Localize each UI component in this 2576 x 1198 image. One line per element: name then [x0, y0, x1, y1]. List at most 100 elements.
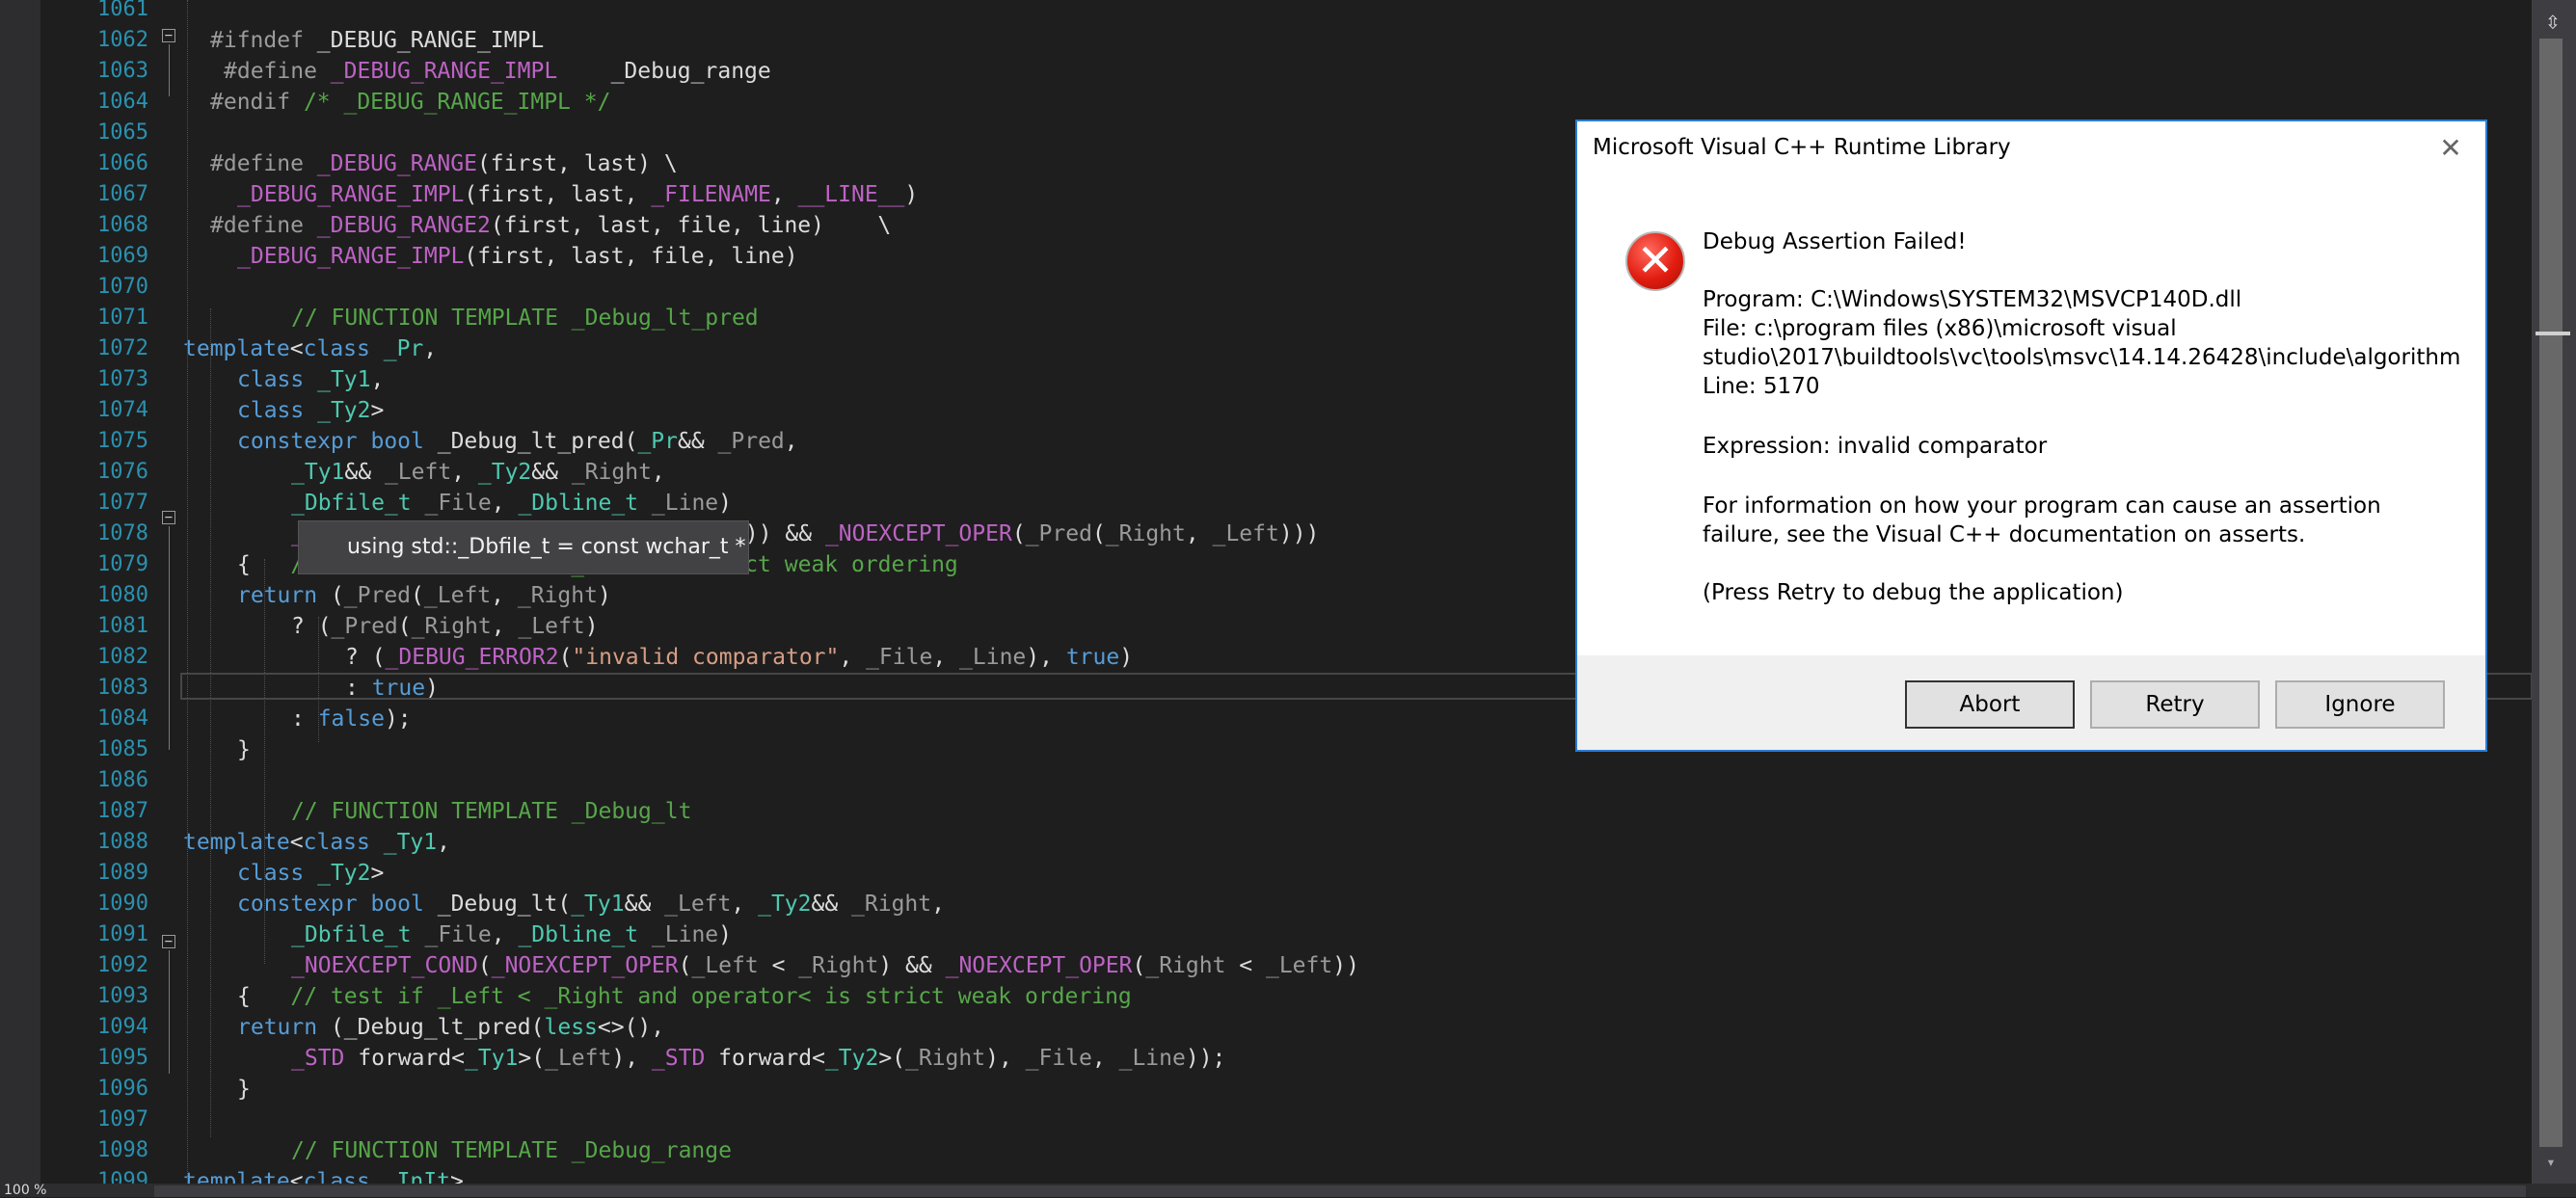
code-line[interactable]: _DEBUG_RANGE_IMPL(first, last, file, lin… — [237, 241, 798, 272]
code-token: __LINE__ — [797, 182, 905, 207]
code-line[interactable]: class _Ty2> — [237, 395, 384, 426]
code-token: , — [1185, 521, 1213, 546]
code-token: false — [317, 706, 385, 732]
split-window-icon[interactable]: ⇳ — [2537, 6, 2568, 37]
code-line[interactable]: : false); — [291, 704, 412, 734]
code-token: ), — [611, 1046, 652, 1071]
code-line[interactable]: _NOEXCEPT_COND(_NOEXCEPT_OPER(_Left < _R… — [291, 950, 1359, 981]
code-line[interactable]: } — [237, 1074, 251, 1105]
code-token: // test if _Left < _Right and operator< … — [290, 984, 1132, 1009]
code-line[interactable]: #define _DEBUG_RANGE(first, last) \ — [210, 148, 678, 179]
code-line[interactable]: _STD forward<_Ty1>(_Left), _STD forward<… — [291, 1043, 1225, 1074]
code-token: > — [370, 861, 385, 886]
code-line[interactable]: #define _DEBUG_RANGE2(first, last, file,… — [210, 210, 891, 241]
code-token: _Pred — [717, 429, 785, 454]
code-token: > — [370, 398, 385, 423]
line-number: 1089 — [97, 861, 148, 885]
code-token: >( — [878, 1046, 906, 1071]
line-number: 1094 — [97, 1015, 148, 1039]
code-token: _Dbline_t — [518, 491, 639, 516]
code-token: (first, last, file, line) — [464, 244, 798, 269]
code-line[interactable]: _DEBUG_RANGE_IMPL(first, last, _FILENAME… — [237, 179, 918, 210]
code-line[interactable]: // FUNCTION TEMPLATE _Debug_lt_pred — [291, 303, 759, 333]
code-token: _DEBUG_ERROR2 — [385, 645, 559, 670]
line-number: 1071 — [97, 306, 148, 330]
zoom-level[interactable]: 100 % — [4, 1184, 46, 1197]
code-token: _Pred — [1025, 521, 1092, 546]
code-token: (_Debug_lt_pred( — [317, 1015, 545, 1040]
line-number: 1064 — [97, 90, 148, 114]
code-token: class — [237, 861, 305, 886]
code-line[interactable]: class _Ty1, — [237, 364, 384, 395]
code-line[interactable]: { // test if _Left < _Right and operator… — [237, 981, 1132, 1012]
code-line[interactable]: ? (_Pred(_Right, _Left) — [291, 611, 599, 642]
code-line[interactable]: // FUNCTION TEMPLATE _Debug_lt — [291, 796, 691, 827]
line-number: 1087 — [97, 799, 148, 823]
code-line[interactable]: template<class _Pr, — [183, 333, 437, 364]
code-token: _Ty2 — [477, 460, 532, 485]
code-token: ) — [718, 491, 733, 516]
code-line[interactable]: #define _DEBUG_RANGE_IMPL _Debug_range — [224, 56, 771, 87]
abort-button[interactable]: Abort — [1905, 680, 2075, 729]
code-token: template — [183, 336, 290, 361]
line-number: 1069 — [97, 244, 148, 268]
code-token: ? ( — [345, 645, 386, 670]
code-token: _NOEXCEPT_OPER — [491, 953, 679, 978]
close-icon[interactable]: ✕ — [2431, 129, 2470, 168]
code-line[interactable]: return (_Pred(_Left, _Right) — [237, 580, 611, 611]
info-line1: For information on how your program can … — [1703, 493, 2381, 519]
line-number: 1079 — [97, 552, 148, 576]
code-line[interactable]: ? (_DEBUG_ERROR2("invalid comparator", _… — [345, 642, 1133, 673]
code-line[interactable]: #endif /* _DEBUG_RANGE_IMPL */ — [210, 87, 610, 118]
line-number: 1076 — [97, 460, 148, 484]
line-number: 1083 — [97, 676, 148, 700]
line-number: 1095 — [97, 1046, 148, 1070]
line-number: 1078 — [97, 521, 148, 546]
code-token: class — [237, 367, 305, 392]
collapse-region-icon[interactable]: − — [162, 29, 175, 42]
retry-button[interactable]: Retry — [2090, 680, 2260, 729]
code-line[interactable]: _Dbfile_t _File, _Dbline_t _Line) — [291, 488, 732, 519]
code-token: _NOEXCEPT_OPER — [824, 521, 1012, 546]
code-token: _File — [1025, 1046, 1092, 1071]
line-number: 1098 — [97, 1138, 148, 1162]
line-number: 1062 — [97, 28, 148, 52]
code-token: _Pr — [369, 336, 424, 361]
code-line[interactable]: constexpr bool _Debug_lt_pred(_Pr&& _Pre… — [237, 426, 798, 457]
collapse-region-icon[interactable]: − — [162, 935, 175, 948]
code-line[interactable]: _Ty1&& _Left, _Ty2&& _Right, — [291, 457, 665, 488]
code-token: class — [237, 398, 305, 423]
code-line[interactable]: #ifndef _DEBUG_RANGE_IMPL — [210, 25, 544, 56]
outlining-margin: − − − — [158, 0, 183, 1184]
code-line[interactable]: // FUNCTION TEMPLATE _Debug_range — [291, 1135, 732, 1166]
code-line[interactable]: template<class _Ty1, — [183, 827, 450, 858]
code-token: (first, last, — [464, 182, 652, 207]
line-number: 1074 — [97, 398, 148, 422]
code-line[interactable]: constexpr bool _Debug_lt(_Ty1&& _Left, _… — [237, 889, 945, 919]
code-token: // FUNCTION TEMPLATE _Debug_lt — [291, 799, 692, 824]
code-line[interactable]: return (_Debug_lt_pred(less<>(), — [237, 1012, 664, 1043]
code-token: less — [544, 1015, 598, 1040]
code-token: _Left — [664, 892, 732, 917]
ignore-button[interactable]: Ignore — [2275, 680, 2445, 729]
line-number: 1084 — [97, 706, 148, 731]
code-token: _STD — [291, 1046, 345, 1071]
line-number-gutter: 1061 1062 1063 1064 1065 1066 1067 1068 1069 1070… — [40, 0, 158, 1193]
code-token: _Left — [545, 1046, 612, 1071]
code-token: _NOEXCEPT_COND — [291, 953, 478, 978]
code-token: ) — [718, 922, 733, 947]
scroll-down-icon[interactable]: ▾ — [2539, 1149, 2563, 1176]
code-token: && — [624, 892, 665, 917]
code-line[interactable]: } — [237, 734, 251, 765]
indent-guide — [210, 308, 211, 1137]
code-line[interactable]: _Dbfile_t _File, _Dbline_t _Line) — [291, 919, 732, 950]
code-line[interactable]: class _Ty2> — [237, 858, 384, 889]
scrollbar-thumb[interactable] — [2539, 39, 2563, 1147]
horizontal-scrollbar[interactable] — [154, 1185, 2526, 1197]
code-token: _Left — [691, 953, 759, 978]
code-token: _DEBUG_RANGE_IMPL — [237, 182, 465, 207]
collapse-region-icon[interactable]: − — [162, 511, 175, 524]
